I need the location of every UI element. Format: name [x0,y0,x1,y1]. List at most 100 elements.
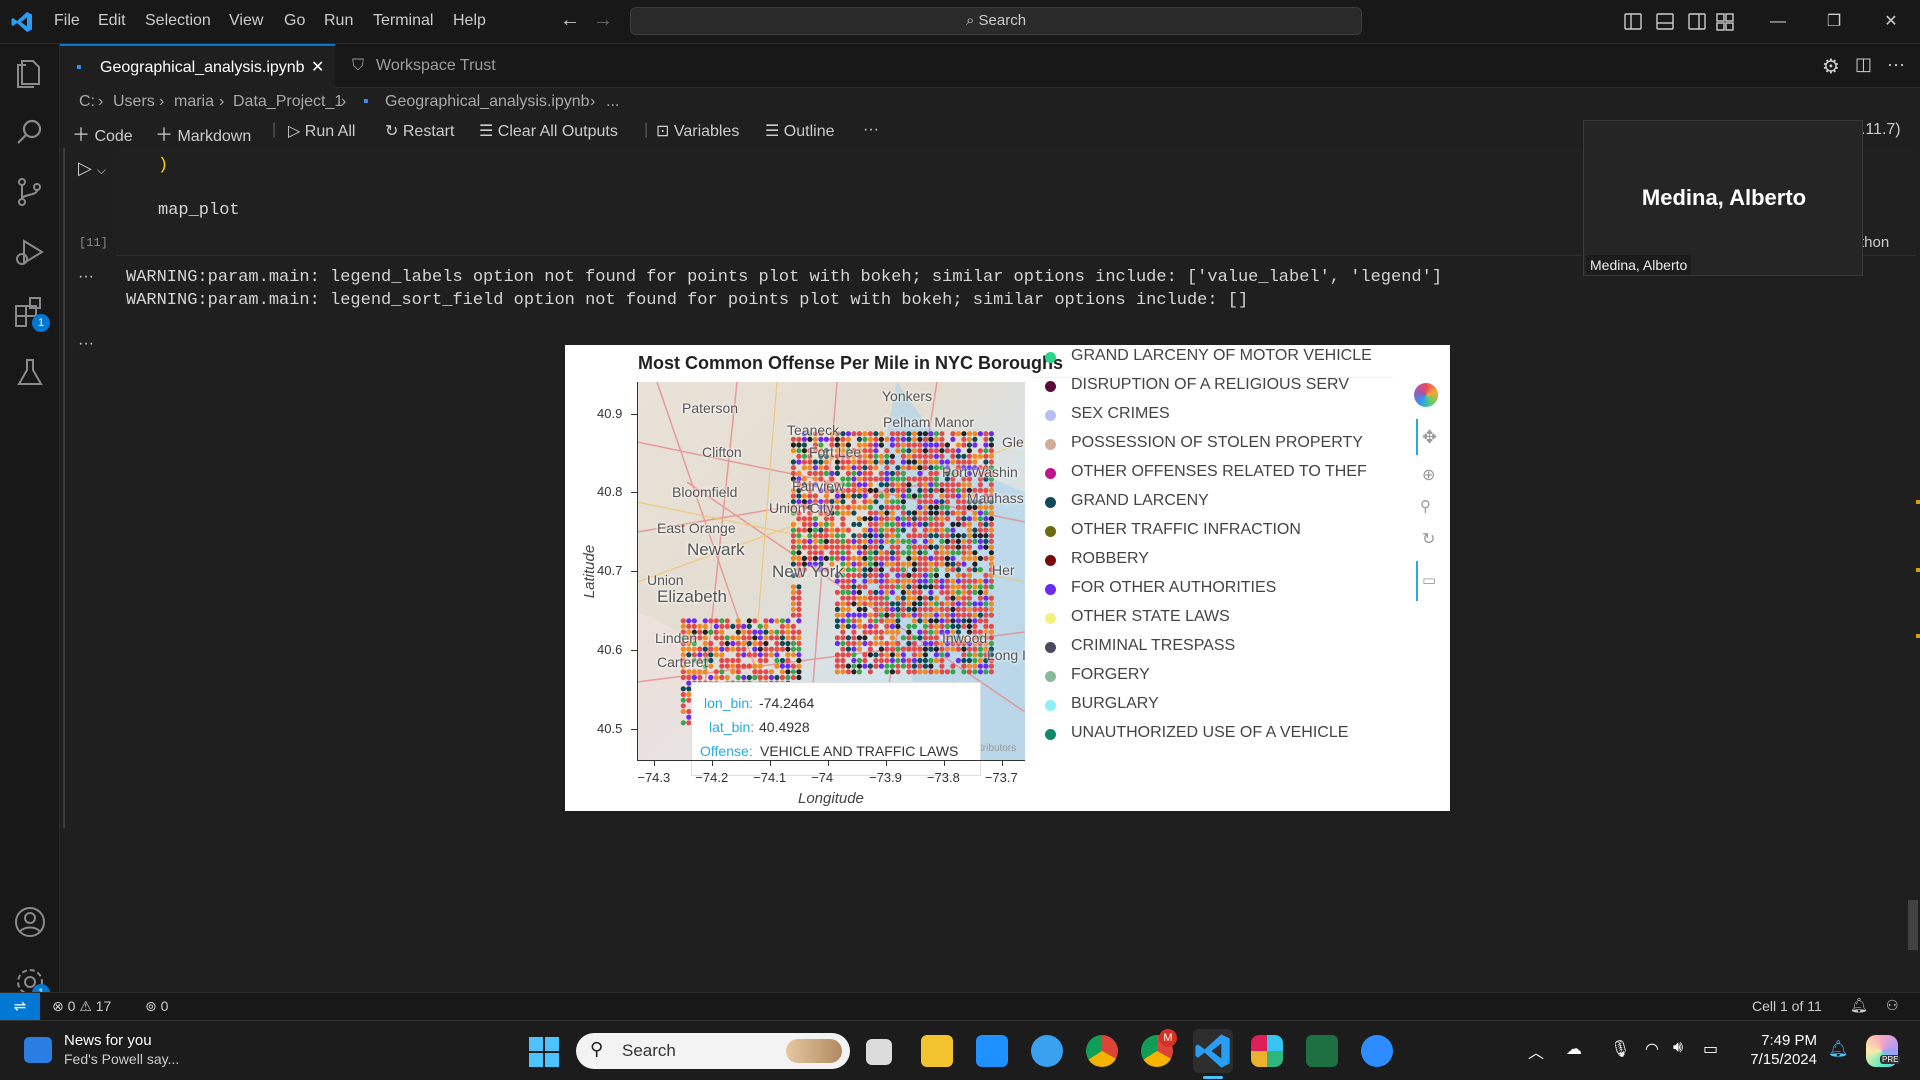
map-point[interactable] [878,521,884,527]
map-point[interactable] [944,601,950,607]
map-point[interactable] [884,504,890,510]
map-point[interactable] [889,510,895,516]
map-point[interactable] [856,521,862,527]
map-point[interactable] [917,544,923,550]
map-point[interactable] [977,618,983,624]
map-point[interactable] [884,527,890,533]
map-point[interactable] [851,601,857,607]
map-point[interactable] [697,623,703,629]
map-point[interactable] [856,623,862,629]
map-point[interactable] [944,652,950,658]
map-point[interactable] [900,612,906,618]
map-point[interactable] [939,442,945,448]
map-point[interactable] [680,697,686,703]
map-point[interactable] [928,521,934,527]
map-point[interactable] [917,470,923,476]
map-point[interactable] [840,652,846,658]
map-point[interactable] [950,663,956,669]
map-point[interactable] [856,476,862,482]
map-point[interactable] [900,465,906,471]
command-center-search[interactable]: ⌕ Search [630,7,1362,35]
map-point[interactable] [840,663,846,669]
map-point[interactable] [757,669,763,675]
map-point[interactable] [851,533,857,539]
map-point[interactable] [889,470,895,476]
map-point[interactable] [928,436,934,442]
map-point[interactable] [790,555,796,561]
map-point[interactable] [977,431,983,437]
map-point[interactable] [961,646,967,652]
map-point[interactable] [966,453,972,459]
map-point[interactable] [944,442,950,448]
map-point[interactable] [939,669,945,675]
map-point[interactable] [878,544,884,550]
map-point[interactable] [862,635,868,641]
map-point[interactable] [746,635,752,641]
map-point[interactable] [812,538,818,544]
map-point[interactable] [840,612,846,618]
map-point[interactable] [900,442,906,448]
map-point[interactable] [840,499,846,505]
map-point[interactable] [977,663,983,669]
map-point[interactable] [889,482,895,488]
map-point[interactable] [884,572,890,578]
map-point[interactable] [867,595,873,601]
map-point[interactable] [741,674,747,681]
map-point[interactable] [840,521,846,527]
map-point[interactable] [884,646,890,652]
map-point[interactable] [889,436,895,442]
map-point[interactable] [917,652,923,658]
map-point[interactable] [867,544,873,550]
map-point[interactable] [966,669,972,675]
map-point[interactable] [955,431,961,437]
map-point[interactable] [922,657,928,664]
map-point[interactable] [983,623,989,629]
map-point[interactable] [917,465,923,471]
map-point[interactable] [911,431,917,437]
map-point[interactable] [933,657,939,664]
map-point[interactable] [906,606,912,612]
map-point[interactable] [845,669,851,675]
map-point[interactable] [961,652,967,658]
map-point[interactable] [724,663,730,669]
map-point[interactable] [845,623,851,629]
map-point[interactable] [933,640,939,647]
map-point[interactable] [889,504,895,510]
map-point[interactable] [851,504,857,510]
map-point[interactable] [724,623,730,629]
map-point[interactable] [845,612,851,618]
map-point[interactable] [851,470,857,476]
map-point[interactable] [851,635,857,641]
map-point[interactable] [801,521,807,527]
map-point[interactable] [889,652,895,658]
map-point[interactable] [900,635,906,641]
map-point[interactable] [785,629,791,635]
map-point[interactable] [988,448,994,454]
map-point[interactable] [961,504,967,510]
map-point[interactable] [911,595,917,601]
map-point[interactable] [955,442,961,448]
map-point[interactable] [845,482,851,488]
map-point[interactable] [878,516,884,522]
map-point[interactable] [845,601,851,607]
map-point[interactable] [790,669,796,675]
map-point[interactable] [834,657,840,664]
map-point[interactable] [840,493,846,499]
map-point[interactable] [944,493,950,499]
map-point[interactable] [917,448,923,454]
map-point[interactable] [906,453,912,459]
map-point[interactable] [955,657,961,664]
map-point[interactable] [917,584,923,590]
map-point[interactable] [928,538,934,544]
map-point[interactable] [966,578,972,584]
map-point[interactable] [719,652,725,658]
map-point[interactable] [889,550,895,556]
map-point[interactable] [966,652,972,658]
map-point[interactable] [889,601,895,607]
map-point[interactable] [988,612,994,618]
chrome-icon[interactable] [1086,1035,1118,1067]
restart-button[interactable]: ↻ Restart [385,121,454,141]
map-point[interactable] [955,538,961,544]
map-point[interactable] [933,595,939,601]
map-point[interactable] [862,533,868,539]
